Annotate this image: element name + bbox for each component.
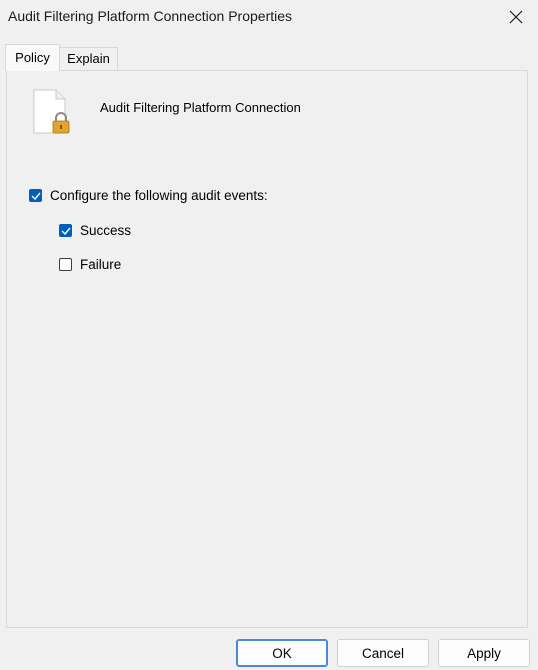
success-option[interactable]: Success	[59, 223, 131, 238]
failure-label: Failure	[80, 257, 122, 272]
title-bar: Audit Filtering Platform Connection Prop…	[0, 0, 538, 34]
close-button[interactable]	[502, 4, 530, 30]
policy-name: Audit Filtering Platform Connection	[100, 100, 301, 115]
configure-events-option[interactable]: Configure the following audit events:	[29, 188, 268, 203]
success-checkbox[interactable]	[59, 224, 72, 237]
document-lock-icon	[33, 89, 70, 134]
policy-panel: Audit Filtering Platform Connection Conf…	[6, 70, 528, 628]
tab-explain[interactable]: Explain	[60, 47, 118, 71]
checkmark-icon	[31, 192, 41, 200]
failure-option[interactable]: Failure	[59, 257, 121, 272]
success-label: Success	[80, 223, 132, 238]
tab-policy[interactable]: Policy	[5, 44, 60, 71]
configure-events-label: Configure the following audit events:	[50, 188, 268, 203]
cancel-button[interactable]: Cancel	[337, 639, 429, 667]
checkmark-icon	[61, 227, 71, 235]
window-title: Audit Filtering Platform Connection Prop…	[8, 8, 293, 24]
close-icon	[509, 10, 523, 24]
ok-button[interactable]: OK	[236, 639, 328, 667]
apply-button[interactable]: Apply	[438, 639, 530, 667]
configure-events-checkbox[interactable]	[29, 189, 42, 202]
failure-checkbox[interactable]	[59, 258, 72, 271]
